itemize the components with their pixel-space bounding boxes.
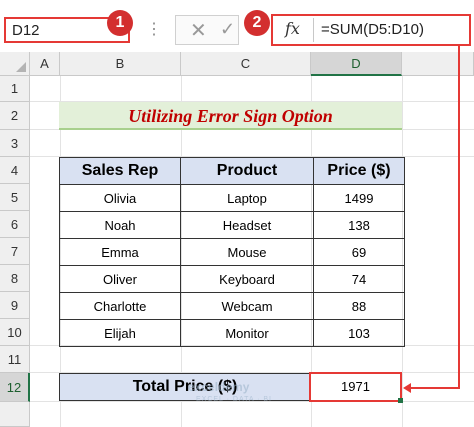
callout-arrow [403, 46, 460, 393]
